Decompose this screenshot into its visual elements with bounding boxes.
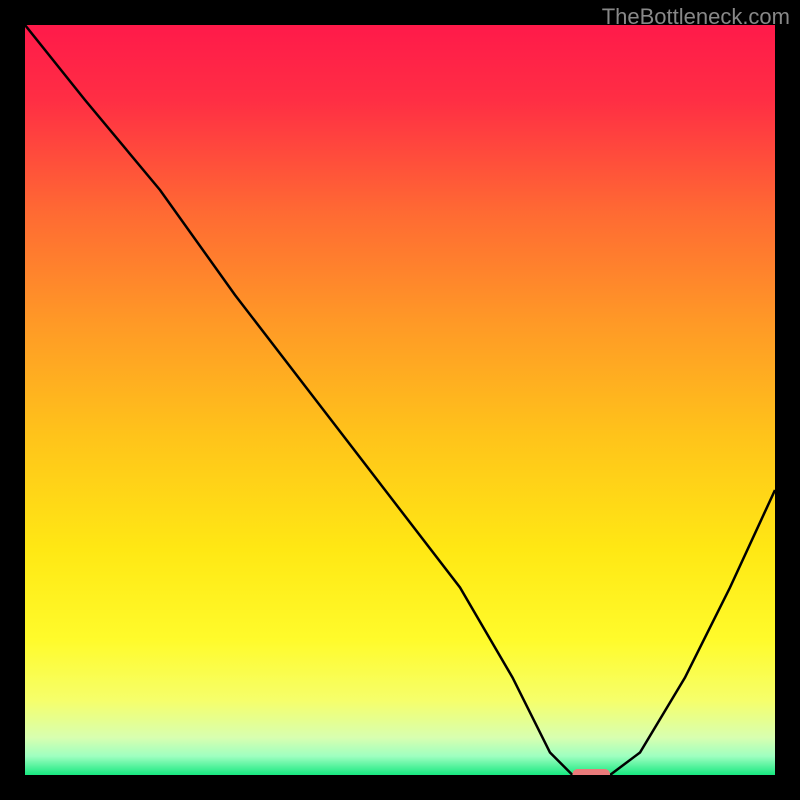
chart-container bbox=[25, 25, 775, 775]
watermark-text: TheBottleneck.com bbox=[602, 4, 790, 30]
gradient-background bbox=[25, 25, 775, 775]
chart-svg bbox=[25, 25, 775, 775]
optimal-marker bbox=[573, 769, 611, 775]
